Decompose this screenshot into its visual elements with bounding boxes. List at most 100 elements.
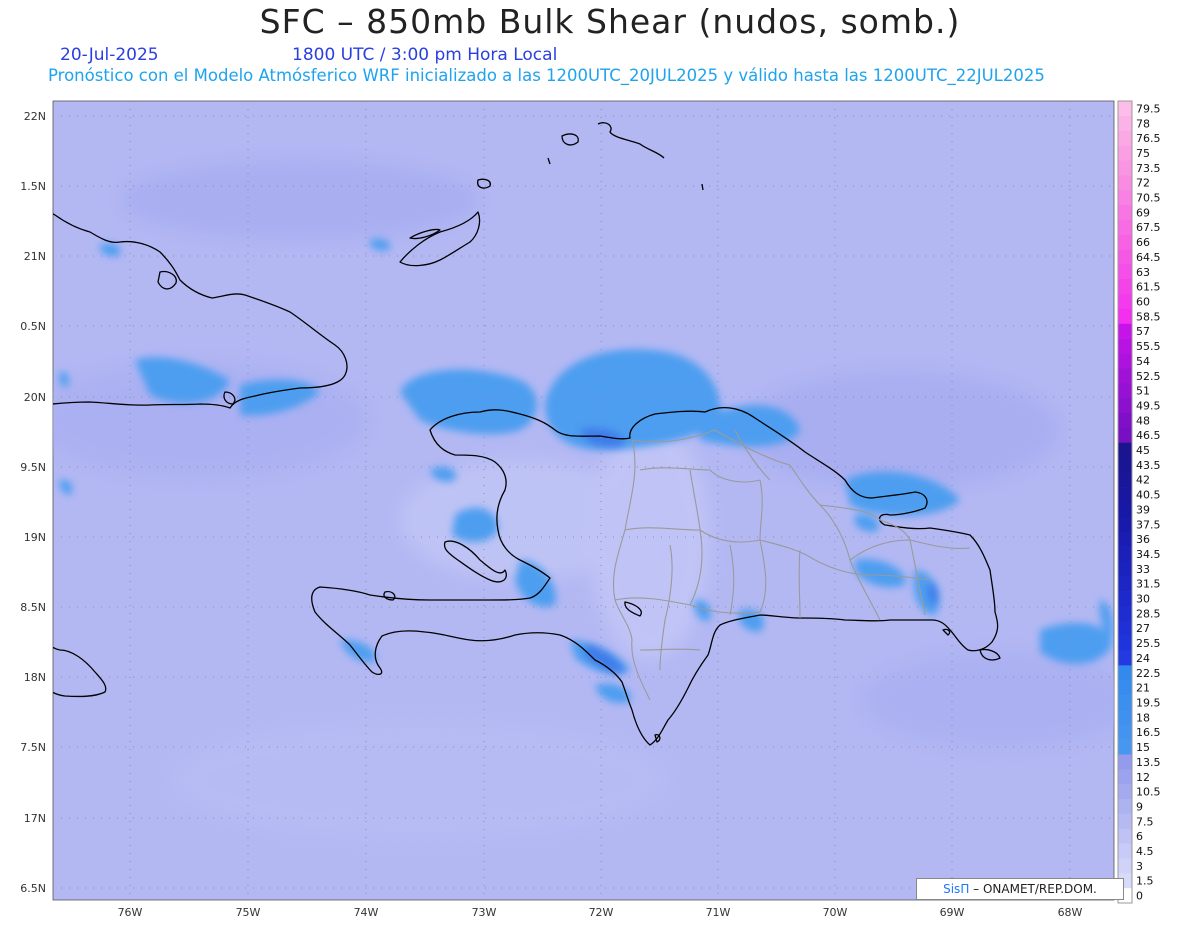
lat-label: 22N	[24, 110, 46, 123]
colorbar-label: 51	[1136, 385, 1150, 398]
colorbar-swatch	[1118, 160, 1132, 176]
colorbar-label: 1.5	[1136, 875, 1154, 888]
lat-label: 7.5N	[20, 741, 46, 754]
lon-label: 76W	[118, 906, 143, 919]
colorbar-swatch	[1118, 754, 1132, 770]
colorbar-swatch	[1118, 249, 1132, 265]
colorbar-swatch	[1118, 368, 1132, 384]
colorbar-label: 70.5	[1136, 192, 1161, 205]
colorbar-swatch	[1118, 130, 1132, 146]
colorbar-swatch	[1118, 799, 1132, 815]
colorbar-swatch	[1118, 457, 1132, 473]
colorbar-swatch	[1118, 724, 1132, 740]
colorbar-label: 7.5	[1136, 815, 1154, 828]
colorbar-label: 52.5	[1136, 370, 1161, 383]
colorbar-swatch	[1118, 695, 1132, 711]
colorbar-label: 45	[1136, 444, 1150, 457]
colorbar-swatch	[1118, 190, 1132, 206]
colorbar-swatch	[1118, 531, 1132, 547]
colorbar-label: 72	[1136, 177, 1150, 190]
colorbar-swatch	[1118, 308, 1132, 325]
colorbar-swatch	[1118, 828, 1132, 844]
colorbar-label: 27	[1136, 622, 1150, 635]
colorbar-label: 76.5	[1136, 132, 1161, 145]
colorbar-label: 40.5	[1136, 489, 1161, 502]
colorbar-label: 78	[1136, 117, 1150, 130]
colorbar-swatch	[1118, 323, 1132, 339]
lon-label: 69W	[940, 906, 965, 919]
colorbar-label: 61.5	[1136, 281, 1161, 294]
colorbar-swatch	[1118, 204, 1132, 221]
colorbar-swatch	[1118, 427, 1132, 443]
colorbar-label: 57	[1136, 325, 1150, 338]
colorbar-label: 60	[1136, 296, 1150, 309]
colorbar-swatch	[1118, 591, 1132, 607]
colorbar-swatch	[1118, 843, 1132, 859]
colorbar-swatch	[1118, 650, 1132, 666]
latitude-labels: 22N 1.5N 21N 0.5N 20N 9.5N 19N 8.5N 18N …	[20, 110, 46, 895]
colorbar-swatch	[1118, 561, 1132, 577]
lon-label: 74W	[354, 906, 379, 919]
colorbar-swatch	[1118, 115, 1132, 131]
lon-label: 70W	[823, 906, 848, 919]
colorbar-swatch	[1118, 680, 1132, 696]
colorbar-label: 4.5	[1136, 845, 1154, 858]
colorbar-swatch	[1118, 442, 1132, 458]
colorbar-label: 64.5	[1136, 251, 1161, 264]
lon-label: 68W	[1058, 906, 1083, 919]
colorbar-label: 10.5	[1136, 786, 1161, 799]
colorbar-label: 16.5	[1136, 726, 1161, 739]
colorbar-label: 55.5	[1136, 340, 1161, 353]
colorbar-swatch	[1118, 516, 1132, 532]
lat-label: 1.5N	[20, 180, 46, 193]
lat-label: 9.5N	[20, 461, 46, 474]
colorbar-label: 0	[1136, 890, 1143, 903]
colorbar-label: 33	[1136, 563, 1150, 576]
colorbar-label: 54	[1136, 355, 1150, 368]
lat-label: 21N	[24, 250, 46, 263]
colorbar-swatch	[1118, 769, 1132, 785]
longitude-labels: 76W 75W 74W 73W 72W 71W 70W 69W 68W	[118, 906, 1083, 919]
colorbar-label: 39	[1136, 503, 1150, 516]
colorbar-label: 69	[1136, 206, 1150, 219]
colorbar-swatch	[1118, 709, 1132, 726]
colorbar-label: 48	[1136, 414, 1150, 427]
colorbar-swatch	[1118, 264, 1132, 280]
colorbar-swatch	[1118, 279, 1132, 295]
colorbar-label: 30	[1136, 593, 1150, 606]
colorbar-label: 12	[1136, 771, 1150, 784]
colorbar-label: 28.5	[1136, 607, 1161, 620]
lat-label: 8.5N	[20, 601, 46, 614]
lat-label: 18N	[24, 671, 46, 684]
lon-label: 71W	[706, 906, 731, 919]
credit-box: SisΠ – ONAMET/REP.DOM.	[916, 878, 1124, 900]
colorbar-label: 22.5	[1136, 667, 1161, 680]
lat-label: 20N	[24, 391, 46, 404]
colorbar-swatch	[1118, 383, 1132, 399]
colorbar-label: 66	[1136, 236, 1150, 249]
colorbar-label: 63	[1136, 266, 1150, 279]
lat-label: 17N	[24, 812, 46, 825]
colorbar-label: 9	[1136, 800, 1143, 813]
colorbar-swatch	[1118, 398, 1132, 414]
colorbar-label: 46.5	[1136, 429, 1161, 442]
colorbar-swatch	[1118, 635, 1132, 651]
colorbar-label: 15	[1136, 741, 1150, 754]
colorbar-swatch	[1118, 234, 1132, 250]
colorbar-label: 6	[1136, 830, 1143, 843]
colorbar-label: 43.5	[1136, 459, 1161, 472]
colorbar-swatch	[1118, 605, 1132, 622]
credit-text: – ONAMET/REP.DOM.	[969, 882, 1097, 896]
colorbar-swatch	[1118, 101, 1132, 117]
colorbar-swatch	[1118, 145, 1132, 161]
colorbar-label: 73.5	[1136, 162, 1161, 175]
lon-label: 75W	[236, 906, 261, 919]
lon-label: 73W	[472, 906, 497, 919]
colorbar-swatch	[1118, 353, 1132, 369]
colorbar-swatch	[1118, 294, 1132, 310]
colorbar-label: 58.5	[1136, 310, 1161, 323]
lon-label: 72W	[589, 906, 614, 919]
colorbar-label: 31.5	[1136, 578, 1161, 591]
colorbar-swatch	[1118, 412, 1132, 429]
colorbar-label: 79.5	[1136, 102, 1161, 115]
